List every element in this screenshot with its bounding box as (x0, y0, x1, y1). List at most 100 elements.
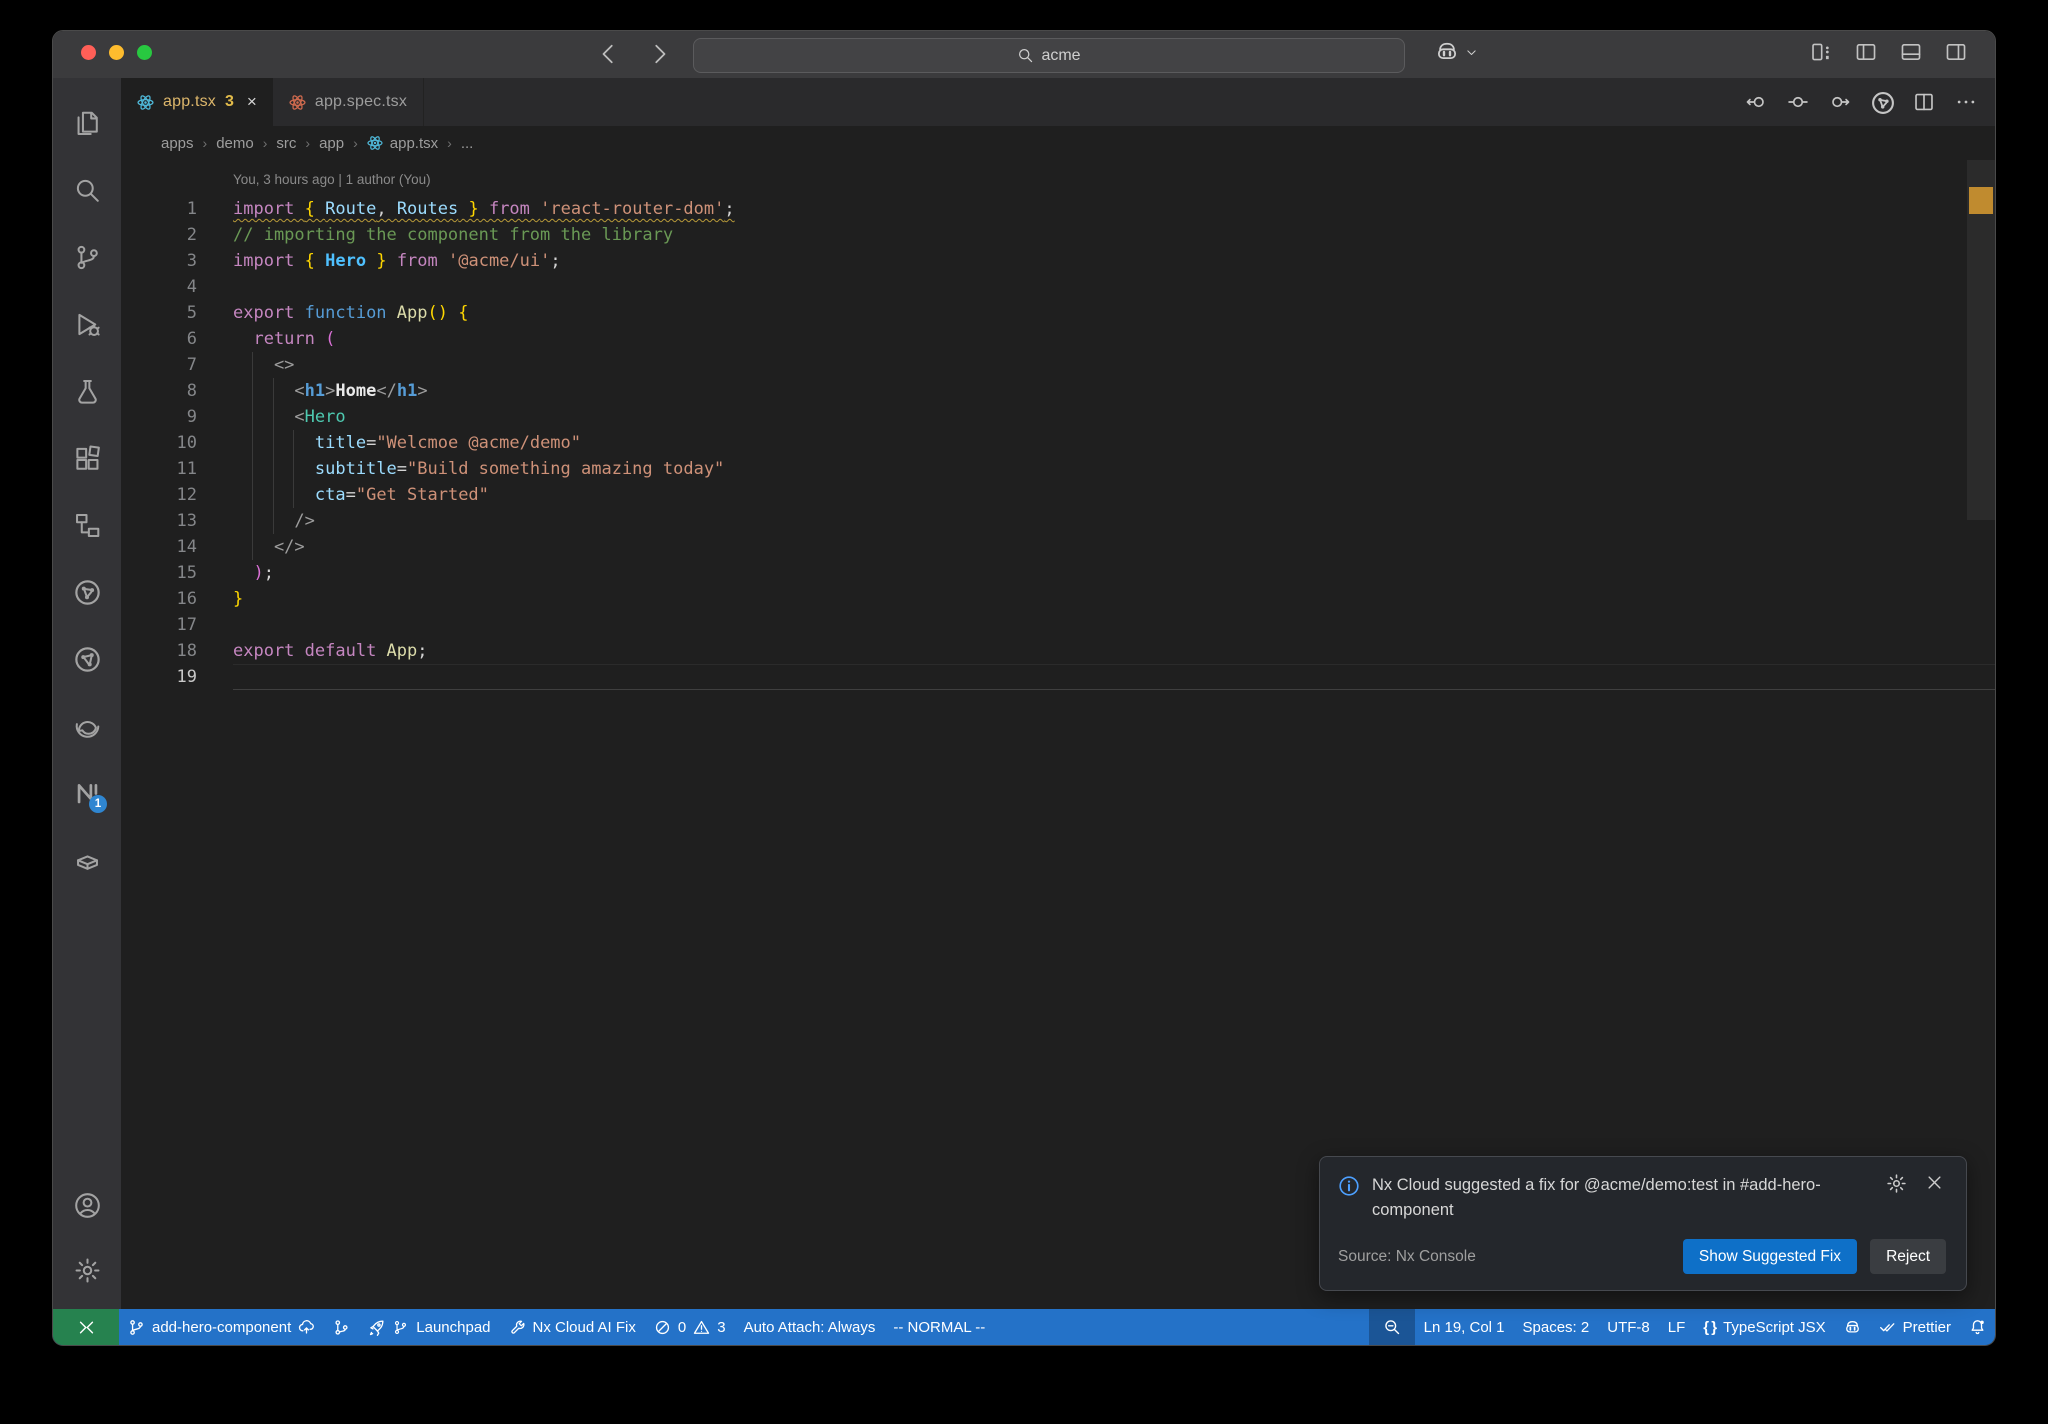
code-line[interactable]: 1 import { Route, Routes } from 'react-ro… (121, 196, 1995, 222)
line-number[interactable]: 5 (121, 300, 197, 326)
nx-cloud-ai-fix-item[interactable]: Nx Cloud AI Fix (500, 1309, 645, 1345)
line-number[interactable]: 13 (121, 508, 197, 534)
line-number[interactable]: 15 (121, 560, 197, 586)
extensions-icon[interactable] (64, 435, 110, 481)
line-number[interactable]: 3 (121, 248, 197, 274)
nx-cloud-graph-icon[interactable] (64, 636, 110, 682)
code-line[interactable]: 4 (121, 274, 1995, 300)
maximize-window-button[interactable] (137, 45, 152, 60)
show-suggested-fix-button[interactable]: Show Suggested Fix (1682, 1239, 1858, 1274)
line-number[interactable]: 11 (121, 456, 197, 482)
code-line[interactable]: 6 return ( (121, 326, 1995, 352)
copilot-menu[interactable] (1435, 40, 1478, 64)
customize-layout-icon[interactable] (1810, 41, 1834, 65)
toggle-secondary-sidebar-icon[interactable] (1945, 41, 1969, 65)
current-change-icon[interactable] (1787, 91, 1809, 113)
close-window-button[interactable] (81, 45, 96, 60)
code-line-text[interactable]: </> (233, 534, 1995, 560)
breadcrumb-item[interactable]: app (319, 135, 344, 152)
zoom-indicator[interactable] (1368, 1309, 1415, 1345)
close-notification-icon[interactable] (1925, 1173, 1946, 1194)
nx-console-icon[interactable]: 1 (64, 770, 110, 816)
explorer-icon[interactable] (64, 100, 110, 146)
code-line-text[interactable]: /> (233, 508, 1995, 534)
code-line-text[interactable]: import { Hero } from '@acme/ui'; (233, 248, 1995, 274)
line-number[interactable]: 9 (121, 404, 197, 430)
code-line-text[interactable] (233, 612, 1995, 638)
launchpad-item[interactable]: Launchpad (359, 1309, 499, 1345)
formatter-item[interactable]: Prettier (1870, 1309, 1960, 1345)
breadcrumb-item[interactable]: demo (216, 135, 254, 152)
code-line[interactable]: 16} (121, 586, 1995, 612)
code-line[interactable]: 12 cta="Get Started" (121, 482, 1995, 508)
code-line[interactable]: 14 </> (121, 534, 1995, 560)
language-mode-item[interactable]: { } TypeScript JSX (1694, 1309, 1834, 1345)
code-line-text[interactable]: <h1>Home</h1> (233, 378, 1995, 404)
toggle-primary-sidebar-icon[interactable] (1855, 41, 1879, 65)
auto-attach-item[interactable]: Auto Attach: Always (735, 1309, 885, 1345)
code-line[interactable]: 11 subtitle="Build something amazing tod… (121, 456, 1995, 482)
notifications-bell-item[interactable] (1960, 1309, 1995, 1345)
line-number[interactable]: 17 (121, 612, 197, 638)
line-number[interactable]: 6 (121, 326, 197, 352)
vim-mode-item[interactable]: -- NORMAL -- (884, 1309, 994, 1345)
encoding-item[interactable]: UTF-8 (1598, 1309, 1659, 1345)
run-debug-icon[interactable] (64, 301, 110, 347)
code-line-text[interactable]: subtitle="Build something amazing today" (233, 456, 1995, 482)
code-line[interactable]: 9 <Hero (121, 404, 1995, 430)
code-line[interactable]: 19 (121, 664, 1995, 690)
previous-change-icon[interactable] (1745, 91, 1767, 113)
line-number[interactable]: 16 (121, 586, 197, 612)
code-line-text[interactable]: return ( (233, 326, 1995, 352)
code-line[interactable]: 2 // importing the component from the lib… (121, 222, 1995, 248)
breadcrumb-item[interactable]: src (276, 135, 296, 152)
git-branch-item[interactable]: add-hero-component (119, 1309, 324, 1345)
breadcrumb-tail[interactable]: ... (461, 135, 474, 152)
minimize-window-button[interactable] (109, 45, 124, 60)
line-number[interactable]: 4 (121, 274, 197, 300)
command-center-search[interactable]: acme (693, 38, 1405, 73)
next-change-icon[interactable] (1829, 91, 1851, 113)
source-control-icon[interactable] (64, 234, 110, 280)
account-icon[interactable] (64, 1182, 110, 1228)
code-editor[interactable]: You, 3 hours ago | 1 author (You) 1 impor… (121, 160, 1995, 1309)
code-line-text[interactable]: <> (233, 352, 1995, 378)
nx-project-graph-icon[interactable] (64, 569, 110, 615)
code-line-text[interactable]: ); (233, 560, 1995, 586)
line-number[interactable]: 7 (121, 352, 197, 378)
cursor-position-item[interactable]: Ln 19, Col 1 (1415, 1309, 1514, 1345)
code-line[interactable]: 8 <h1>Home</h1> (121, 378, 1995, 404)
line-number[interactable]: 1 (121, 196, 197, 222)
code-line[interactable]: 17 (121, 612, 1995, 638)
line-number[interactable]: 2 (121, 222, 197, 248)
reject-button[interactable]: Reject (1870, 1239, 1946, 1274)
code-line-text[interactable]: title="Welcmoe @acme/demo" (233, 430, 1995, 456)
code-line[interactable]: 3 import { Hero } from '@acme/ui'; (121, 248, 1995, 274)
code-line-text[interactable]: } (233, 586, 1995, 612)
line-number[interactable]: 8 (121, 378, 197, 404)
code-line-text[interactable] (233, 274, 1995, 300)
settings-icon[interactable] (64, 1247, 110, 1293)
line-number[interactable]: 12 (121, 482, 197, 508)
nx-run-target-icon[interactable] (1871, 91, 1894, 114)
back-arrow-icon[interactable] (593, 39, 623, 69)
line-number[interactable]: 10 (121, 430, 197, 456)
code-line[interactable]: 7 <> (121, 352, 1995, 378)
notification-settings-gear-icon[interactable] (1886, 1173, 1907, 1194)
tab-app-spec-tsx[interactable]: app.spec.tsx (272, 78, 425, 126)
package-icon[interactable] (64, 837, 110, 883)
copilot-status-item[interactable] (1835, 1309, 1870, 1345)
project-structure-icon[interactable] (64, 502, 110, 548)
edge-icon[interactable] (64, 703, 110, 749)
testing-icon[interactable] (64, 368, 110, 414)
code-line-text[interactable]: import { Route, Routes } from 'react-rou… (233, 196, 1995, 222)
more-actions-icon[interactable] (1955, 91, 1977, 113)
line-number[interactable]: 18 (121, 638, 197, 664)
code-line[interactable]: 10 title="Welcmoe @acme/demo" (121, 430, 1995, 456)
split-editor-icon[interactable] (1913, 91, 1935, 113)
scrollbar-thumb[interactable] (1967, 160, 1995, 520)
indentation-item[interactable]: Spaces: 2 (1514, 1309, 1599, 1345)
code-line-text[interactable]: cta="Get Started" (233, 482, 1995, 508)
code-line-text[interactable] (233, 664, 1995, 690)
code-line[interactable]: 13 /> (121, 508, 1995, 534)
